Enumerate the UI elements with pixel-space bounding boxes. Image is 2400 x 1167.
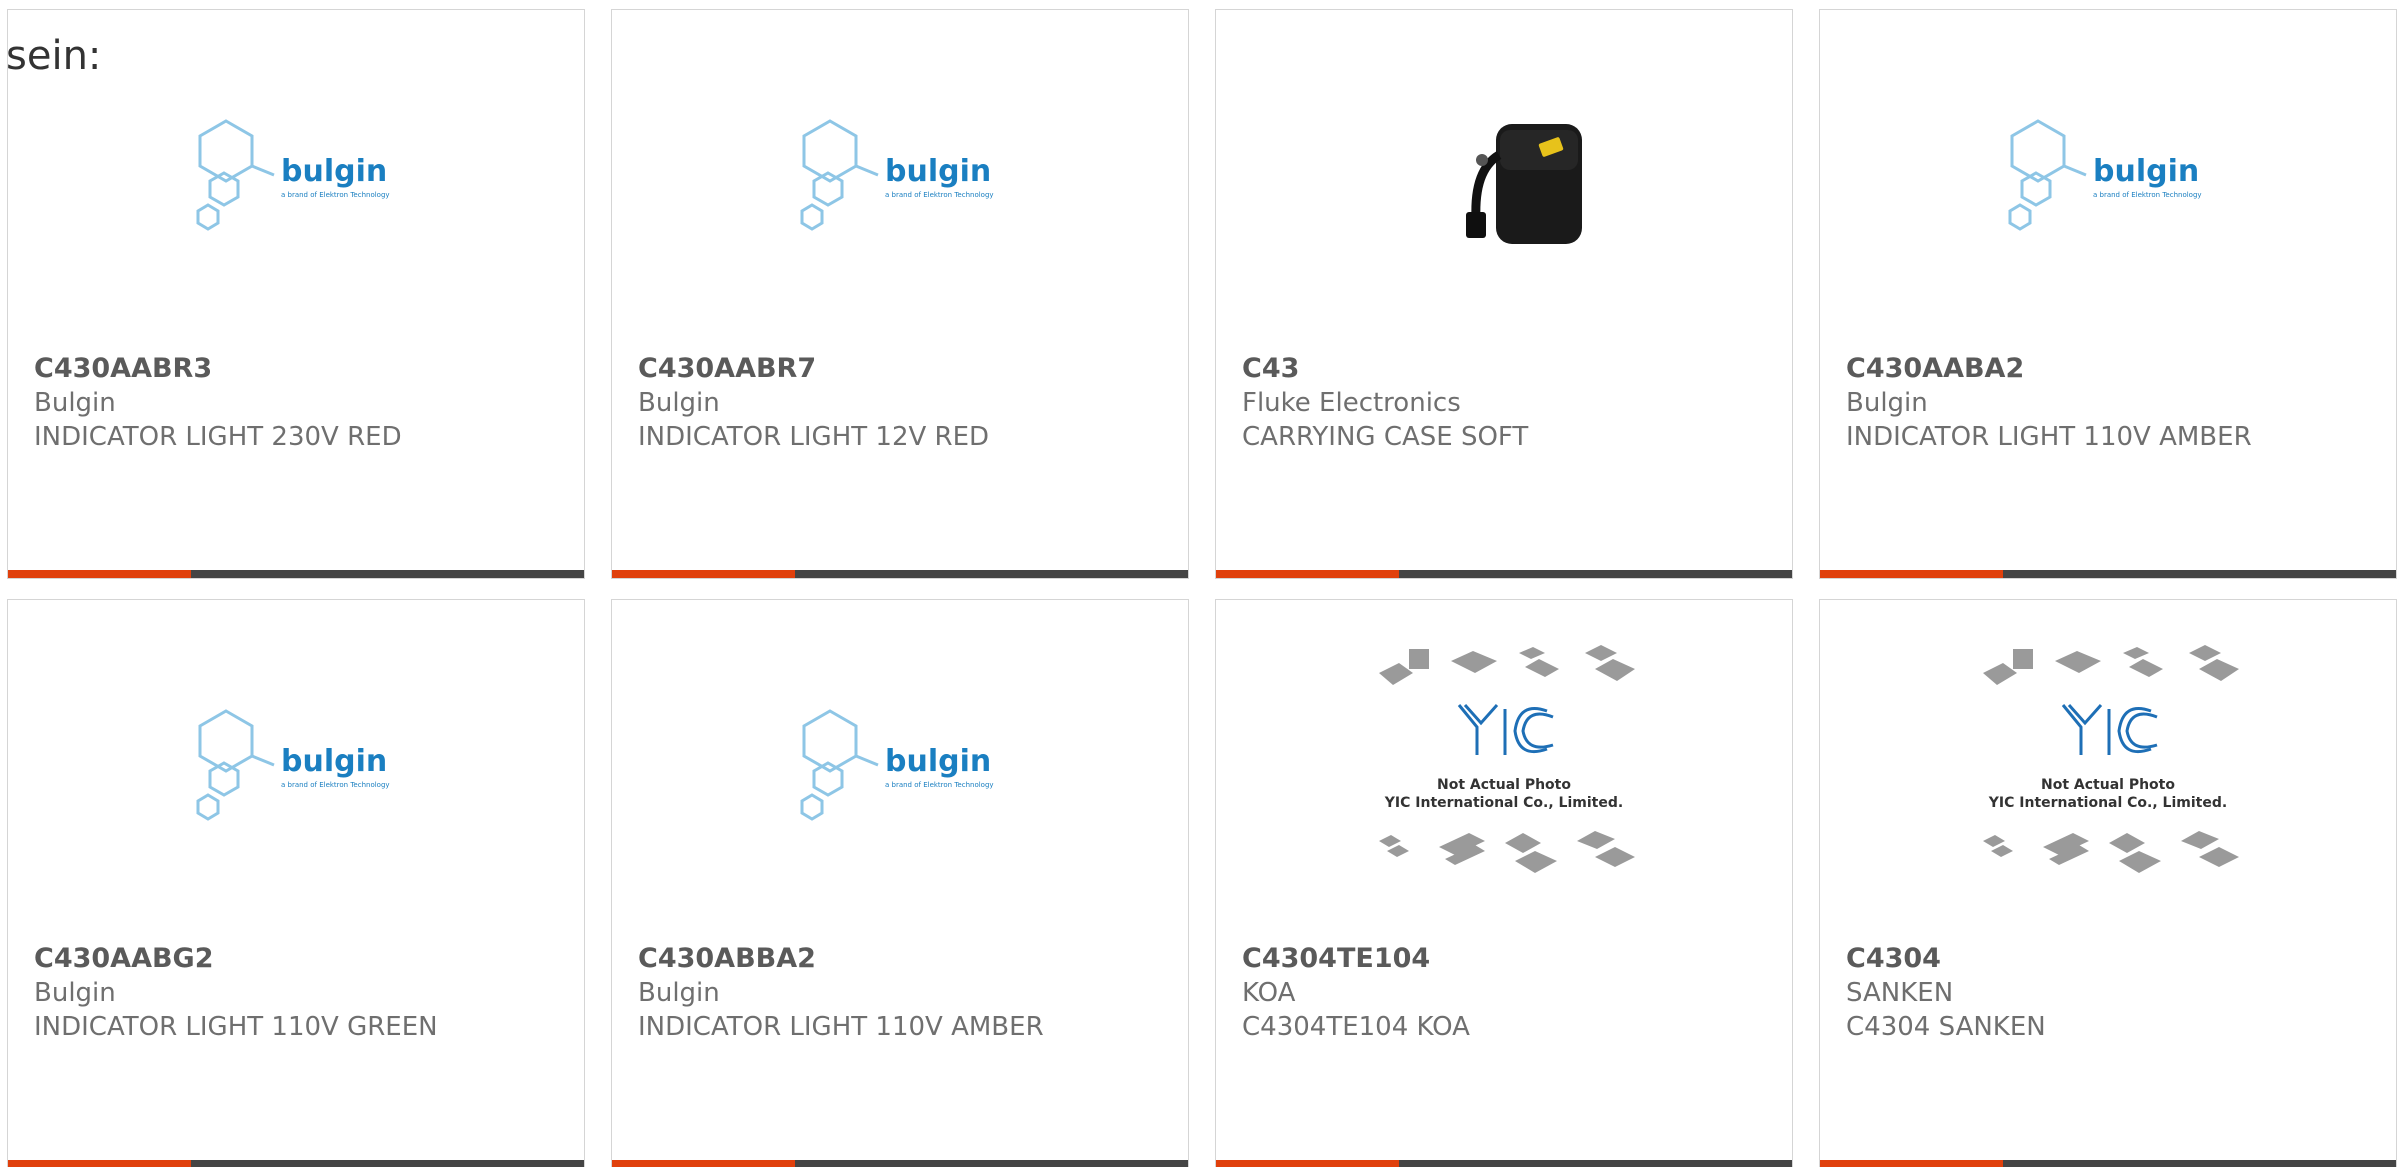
svg-text:Not Actual Photo: Not Actual Photo bbox=[1437, 777, 1571, 793]
description: INDICATOR LIGHT 12V RED bbox=[638, 422, 990, 452]
part-number[interactable]: C430AABA2 bbox=[1846, 352, 2376, 386]
part-number[interactable]: C430AABR3 bbox=[34, 352, 564, 386]
card-footer-bar bbox=[1216, 1160, 1792, 1167]
svg-text:YIC International Co., Limited: YIC International Co., Limited. bbox=[1384, 795, 1623, 811]
description: CARRYING CASE SOFT bbox=[1242, 422, 1529, 452]
card-footer-bar bbox=[1820, 1160, 2396, 1167]
svg-text:a brand of Elektron Technology: a brand of Elektron Technology bbox=[885, 191, 994, 199]
bulgin-logo: bulgin a brand of Elektron Technology bbox=[196, 709, 390, 821]
svg-text:bulgin: bulgin bbox=[2093, 154, 2199, 189]
card-footer-bar bbox=[1216, 570, 1792, 578]
product-image[interactable]: bulgin a brand of Elektron Technology bbox=[612, 70, 1188, 290]
description: INDICATOR LIGHT 230V RED bbox=[34, 422, 402, 452]
product-card[interactable]: C43 Fluke Electronics CARRYING CASE SOFT bbox=[1215, 9, 1793, 579]
manufacturer: Bulgin bbox=[34, 978, 116, 1008]
part-number[interactable]: C4304 bbox=[1846, 942, 2376, 976]
card-footer-bar bbox=[612, 1160, 1188, 1167]
product-image[interactable]: bulgin a brand of Elektron Technology bbox=[8, 70, 584, 290]
manufacturer: Bulgin bbox=[34, 388, 116, 418]
product-image[interactable]: Not Actual Photo YIC International Co., … bbox=[1820, 645, 2396, 880]
svg-text:bulgin: bulgin bbox=[281, 154, 387, 189]
manufacturer: Bulgin bbox=[638, 388, 720, 418]
description: C4304TE104 KOA bbox=[1242, 1012, 1470, 1042]
manufacturer: SANKEN bbox=[1846, 978, 1954, 1008]
yic-placeholder: Not Actual Photo YIC International Co., … bbox=[1983, 645, 2239, 873]
svg-text:a brand of Elektron Technology: a brand of Elektron Technology bbox=[281, 781, 390, 789]
product-grid: bulgin a brand of Elektron Technology C4… bbox=[0, 0, 2400, 1167]
svg-text:Not Actual Photo: Not Actual Photo bbox=[2041, 777, 2175, 793]
part-number[interactable]: C430AABG2 bbox=[34, 942, 564, 976]
product-card[interactable]: Not Actual Photo YIC International Co., … bbox=[1819, 599, 2397, 1167]
manufacturer: Bulgin bbox=[638, 978, 720, 1008]
description: C4304 SANKEN bbox=[1846, 1012, 2046, 1042]
product-card[interactable]: bulgin a brand of Elektron Technology C4… bbox=[611, 599, 1189, 1167]
part-number[interactable]: C430AABR7 bbox=[638, 352, 1168, 386]
description: INDICATOR LIGHT 110V AMBER bbox=[1846, 422, 2252, 452]
product-card[interactable]: Not Actual Photo YIC International Co., … bbox=[1215, 599, 1793, 1167]
product-card[interactable]: bulgin a brand of Elektron Technology C4… bbox=[1819, 9, 2397, 579]
part-number[interactable]: C430ABBA2 bbox=[638, 942, 1168, 976]
svg-text:a brand of Elektron Technology: a brand of Elektron Technology bbox=[2093, 191, 2202, 199]
card-footer-bar bbox=[612, 570, 1188, 578]
svg-text:bulgin: bulgin bbox=[885, 744, 991, 779]
svg-text:bulgin: bulgin bbox=[885, 154, 991, 189]
card-footer-bar bbox=[1820, 570, 2396, 578]
card-footer-bar bbox=[8, 1160, 584, 1167]
description: INDICATOR LIGHT 110V AMBER bbox=[638, 1012, 1044, 1042]
product-image[interactable]: bulgin a brand of Elektron Technology bbox=[612, 660, 1188, 880]
product-card[interactable]: bulgin a brand of Elektron Technology C4… bbox=[7, 9, 585, 579]
carrying-case-photo bbox=[1466, 124, 1582, 244]
page-text-fragment: sein: bbox=[6, 33, 102, 79]
svg-text:a brand of Elektron Technology: a brand of Elektron Technology bbox=[281, 191, 390, 199]
card-footer-bar bbox=[8, 570, 584, 578]
bulgin-logo: bulgin a brand of Elektron Technology bbox=[800, 709, 994, 821]
part-number[interactable]: C4304TE104 bbox=[1242, 942, 1772, 976]
product-image[interactable] bbox=[1216, 70, 1792, 290]
bulgin-logo: bulgin a brand of Elektron Technology bbox=[2008, 119, 2202, 231]
page: sein: bulgin a brand of Elektron Technol… bbox=[0, 0, 2400, 1167]
manufacturer: Fluke Electronics bbox=[1242, 388, 1461, 418]
description: INDICATOR LIGHT 110V GREEN bbox=[34, 1012, 438, 1042]
product-image[interactable]: Not Actual Photo YIC International Co., … bbox=[1216, 645, 1792, 880]
manufacturer: KOA bbox=[1242, 978, 1296, 1008]
bulgin-logo: bulgin a brand of Elektron Technology bbox=[800, 119, 994, 231]
svg-text:bulgin: bulgin bbox=[281, 744, 387, 779]
product-image[interactable]: bulgin a brand of Elektron Technology bbox=[8, 660, 584, 880]
svg-text:YIC International Co., Limited: YIC International Co., Limited. bbox=[1988, 795, 2227, 811]
product-image[interactable]: bulgin a brand of Elektron Technology bbox=[1820, 70, 2396, 290]
yic-placeholder: Not Actual Photo YIC International Co., … bbox=[1379, 645, 1635, 873]
product-card[interactable]: bulgin a brand of Elektron Technology C4… bbox=[7, 599, 585, 1167]
part-number[interactable]: C43 bbox=[1242, 352, 1772, 386]
svg-text:a brand of Elektron Technology: a brand of Elektron Technology bbox=[885, 781, 994, 789]
manufacturer: Bulgin bbox=[1846, 388, 1928, 418]
bulgin-logo: bulgin a brand of Elektron Technology bbox=[196, 119, 390, 231]
product-card[interactable]: bulgin a brand of Elektron Technology C4… bbox=[611, 9, 1189, 579]
